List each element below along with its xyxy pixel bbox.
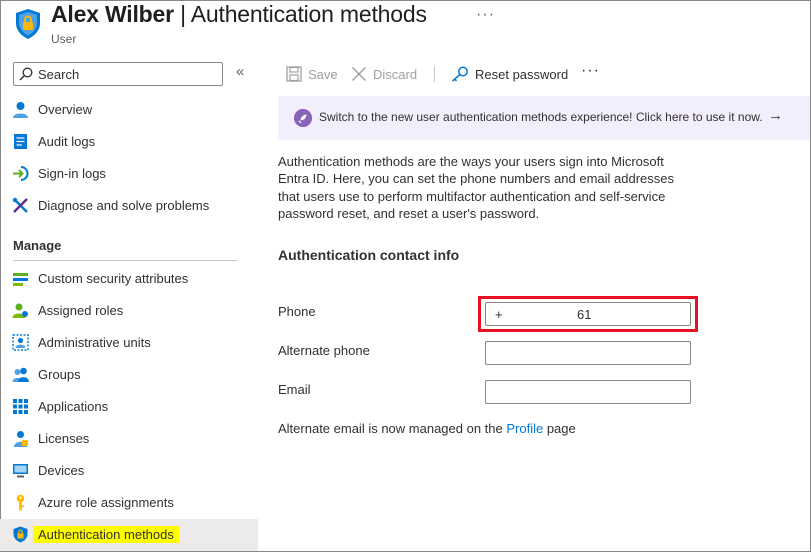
sidebar-item-label: Audit logs — [38, 134, 96, 149]
save-button[interactable]: Save — [286, 64, 338, 84]
discard-icon — [352, 67, 366, 81]
save-icon — [286, 66, 302, 82]
sidebar-item-label: Sign-in logs — [38, 166, 106, 181]
sidebar-item-authentication-methods[interactable]: Authentication methods — [0, 519, 258, 551]
grid-icon — [13, 399, 28, 414]
email-field[interactable] — [485, 380, 691, 404]
sidebar-item-administrative-units[interactable]: Administrative units — [0, 327, 258, 359]
device-icon — [13, 464, 28, 478]
highlight-annotation — [478, 296, 698, 332]
save-label: Save — [308, 66, 338, 82]
alternate-phone-label: Alternate phone — [278, 343, 370, 358]
user-icon — [13, 102, 28, 118]
admin-units-icon — [12, 334, 29, 351]
sidebar-item-label: Licenses — [38, 431, 90, 446]
title-separator: | — [180, 1, 186, 27]
rocket-icon — [294, 109, 312, 127]
banner-text: Switch to the new user authentication me… — [319, 110, 763, 124]
collapse-sidebar-button[interactable]: « — [236, 63, 244, 80]
sidebar-item-applications[interactable]: Applications — [0, 391, 258, 423]
user-name: Alex Wilber — [51, 1, 174, 27]
search-icon — [19, 67, 33, 81]
sidebar-item-label: Groups — [38, 367, 81, 382]
phone-label: Phone — [278, 304, 316, 319]
sidebar-search-input[interactable]: Search — [13, 62, 223, 86]
audit-log-icon — [14, 134, 27, 149]
contact-info-heading: Authentication contact info — [278, 247, 460, 263]
license-icon — [14, 431, 28, 447]
sidebar-item-label: Overview — [38, 102, 93, 117]
email-label: Email — [278, 382, 311, 397]
sidebar-item-label: Diagnose and solve problems — [38, 198, 210, 213]
header-more-button[interactable]: ··· — [476, 6, 495, 24]
sidebar-item-label: Applications — [38, 399, 109, 414]
manage-section-header: Manage — [13, 238, 62, 253]
sidebar-item-devices[interactable]: Devices — [0, 455, 258, 487]
sidebar-item-sign-in-logs[interactable]: Sign-in logs — [0, 158, 258, 190]
sidebar-item-overview[interactable]: Overview — [0, 94, 258, 126]
sidebar-item-groups[interactable]: Groups — [0, 359, 258, 391]
sidebar-item-audit-logs[interactable]: Audit logs — [0, 126, 258, 158]
page-subtitle: User — [51, 32, 77, 46]
note-text-before: Alternate email is now managed on the — [278, 421, 507, 436]
page-name: Authentication methods — [190, 1, 427, 27]
note-text-after: page — [543, 421, 576, 436]
sidebar-item-assigned-roles[interactable]: Assigned roles — [0, 295, 258, 327]
shield-icon — [13, 526, 28, 543]
user-shield-icon — [16, 9, 40, 39]
sidebar-item-label: Administrative units — [38, 335, 151, 350]
reset-password-label: Reset password — [475, 66, 569, 82]
sidebar-item-diagnose[interactable]: Diagnose and solve problems — [0, 190, 258, 222]
attributes-icon — [13, 273, 28, 286]
discard-label: Discard — [373, 66, 418, 82]
sidebar-item-licenses[interactable]: Licenses — [0, 423, 258, 455]
toolbar-separator — [434, 66, 435, 82]
groups-icon — [12, 367, 29, 382]
search-placeholder: Search — [38, 67, 80, 82]
key-icon — [452, 66, 468, 82]
description-text: Authentication methods are the ways your… — [278, 154, 674, 221]
sidebar-item-label: Azure role assignments — [38, 495, 174, 510]
alternate-email-note: Alternate email is now managed on the Pr… — [278, 421, 576, 436]
arrow-right-icon: → — [768, 107, 783, 124]
sidebar-item-azure-role-assignments[interactable]: Azure role assignments — [0, 487, 258, 519]
section-divider — [13, 260, 238, 261]
page-title: Alex Wilber | Authentication methods — [51, 1, 427, 28]
wrench-icon — [12, 197, 28, 213]
alternate-phone-field[interactable] — [485, 341, 691, 365]
sidebar-item-custom-security-attributes[interactable]: Custom security attributes — [0, 263, 258, 295]
discard-button[interactable]: Discard — [351, 64, 417, 84]
toolbar-more-button[interactable]: ··· — [581, 62, 600, 80]
profile-link[interactable]: Profile — [506, 421, 543, 436]
new-experience-banner[interactable]: Switch to the new user authentication me… — [278, 96, 810, 140]
roles-icon — [12, 303, 28, 318]
sidebar-item-label: Assigned roles — [38, 303, 124, 318]
sidebar-item-label: Custom security attributes — [38, 271, 189, 286]
reset-password-button[interactable]: Reset password — [451, 64, 568, 84]
sidebar-item-label: Devices — [38, 463, 85, 478]
sidebar-item-label: Authentication methods — [33, 526, 179, 543]
key-icon — [16, 494, 25, 511]
sign-in-icon — [13, 166, 29, 181]
